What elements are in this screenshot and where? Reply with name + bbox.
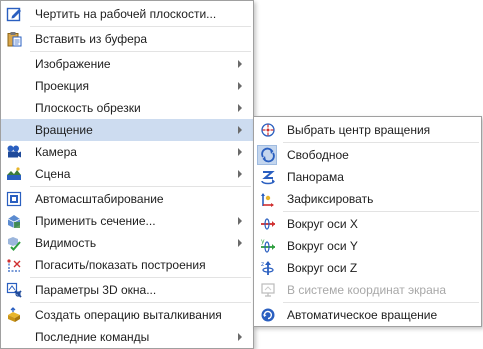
3d-window-params-icon: [6, 282, 22, 298]
menu-item-paste[interactable]: Вставить из буфера: [1, 28, 253, 50]
menu-item-label: Применить сечение...: [35, 214, 156, 228]
paste-icon: [6, 31, 22, 47]
axis-x-icon: [260, 216, 276, 232]
separator: [30, 51, 251, 52]
menu-item-label: Вставить из буфера: [35, 32, 148, 46]
submenu-item-around-axis-z[interactable]: z Вокруг оси Z: [254, 257, 481, 279]
submenu-arrow-icon: [238, 104, 242, 112]
submenu-arrow-icon: [238, 126, 242, 134]
menu-item-label: Плоскость обрезки: [35, 101, 141, 115]
separator: [30, 302, 251, 303]
menu-item-label: Погасить/показать построения: [35, 258, 206, 272]
menu-item-label: Вокруг оси Z: [287, 261, 358, 275]
visibility-icon: [6, 235, 22, 251]
menu-item-clipping-plane[interactable]: Плоскость обрезки: [1, 97, 253, 119]
separator: [283, 211, 479, 212]
menu-item-apply-section[interactable]: Применить сечение...: [1, 210, 253, 232]
menu-item-label: Автоматическое вращение: [287, 308, 438, 322]
submenu-arrow-icon: [238, 217, 242, 225]
menu-item-label: Свободное: [287, 148, 349, 162]
submenu-item-choose-rotation-center[interactable]: Выбрать центр вращения: [254, 119, 481, 141]
menu-item-projection[interactable]: Проекция: [1, 75, 253, 97]
menu-item-hide-show-constructions[interactable]: Погасить/показать построения: [1, 254, 253, 276]
menu-item-label: Вращение: [35, 123, 93, 137]
camera-icon: [6, 144, 22, 160]
autoscale-icon: [6, 191, 22, 207]
submenu-item-around-axis-y[interactable]: y Вокруг оси Y: [254, 235, 481, 257]
extrude-icon: [6, 307, 22, 323]
menu-item-label: Сцена: [35, 167, 71, 181]
submenu-item-auto-rotation[interactable]: Автоматическое вращение: [254, 304, 481, 326]
submenu-item-around-axis-x[interactable]: Вокруг оси X: [254, 213, 481, 235]
menu-item-create-extrude[interactable]: Создать операцию выталкивания: [1, 304, 253, 326]
menu-item-label: Видимость: [35, 236, 97, 250]
menu-item-rotation[interactable]: Вращение: [1, 119, 253, 141]
context-menu: Чертить на рабочей плоскости... Вставить…: [0, 0, 254, 349]
section-icon: [6, 213, 22, 229]
menu-item-scene[interactable]: Сцена: [1, 163, 253, 185]
scene-icon: [6, 166, 22, 182]
auto-rotation-icon: [260, 307, 276, 323]
panorama-icon: [260, 169, 276, 185]
separator: [283, 302, 479, 303]
submenu-arrow-icon: [238, 239, 242, 247]
submenu-arrow-icon: [238, 170, 242, 178]
menu-item-visibility[interactable]: Видимость: [1, 232, 253, 254]
menu-item-label: Изображение: [35, 57, 111, 71]
menu-item-label: Автомасштабирование: [35, 192, 164, 206]
menu-item-recent-commands[interactable]: Последние команды: [1, 326, 253, 348]
menu-item-autoscale[interactable]: Автомасштабирование: [1, 188, 253, 210]
menu-item-label: Создать операцию выталкивания: [35, 308, 222, 322]
separator: [283, 142, 479, 143]
screen-coords-icon: [260, 282, 276, 298]
axis-z-icon: z: [260, 260, 276, 276]
menu-item-camera[interactable]: Камера: [1, 141, 253, 163]
separator: [30, 26, 251, 27]
menu-item-label: Зафиксировать: [287, 192, 374, 206]
menu-item-label: Вокруг оси X: [287, 217, 358, 231]
menu-item-3d-window-params[interactable]: Параметры 3D окна...: [1, 279, 253, 301]
submenu-item-panorama[interactable]: Панорама: [254, 166, 481, 188]
svg-text:y: y: [261, 238, 265, 245]
submenu-arrow-icon: [238, 82, 242, 90]
axis-y-icon: y: [260, 238, 276, 254]
rotation-center-icon: [260, 122, 276, 138]
menu-item-label: Чертить на рабочей плоскости...: [35, 7, 217, 21]
menu-item-label: Проекция: [35, 79, 89, 93]
submenu-item-fix[interactable]: Зафиксировать: [254, 188, 481, 210]
menu-item-sketch-on-plane[interactable]: Чертить на рабочей плоскости...: [1, 3, 253, 25]
menu-item-image[interactable]: Изображение: [1, 53, 253, 75]
submenu-arrow-icon: [238, 60, 242, 68]
menu-item-label: В системе координат экрана: [287, 283, 447, 297]
menu-item-label: Камера: [35, 145, 77, 159]
svg-text:z: z: [261, 261, 264, 268]
submenu-item-screen-coordinates: В системе координат экрана: [254, 279, 481, 301]
separator: [30, 277, 251, 278]
free-rotation-icon: [260, 147, 276, 163]
menu-item-label: Параметры 3D окна...: [35, 283, 157, 297]
fix-icon: [260, 191, 276, 207]
submenu-arrow-icon: [238, 333, 242, 341]
menu-item-label: Выбрать центр вращения: [287, 123, 431, 137]
hide-constructions-icon: [6, 257, 22, 273]
menu-item-label: Вокруг оси Y: [287, 239, 358, 253]
rotation-submenu: Выбрать центр вращения Свободное Панорам…: [253, 116, 482, 327]
sketch-on-plane-icon: [6, 6, 22, 22]
menu-item-label: Последние команды: [35, 330, 150, 344]
submenu-item-free-rotation[interactable]: Свободное: [254, 144, 481, 166]
separator: [30, 186, 251, 187]
submenu-arrow-icon: [238, 148, 242, 156]
menu-item-label: Панорама: [287, 170, 344, 184]
